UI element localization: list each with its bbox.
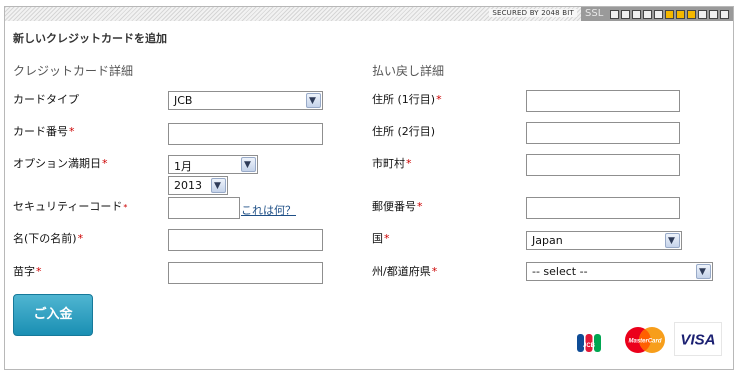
security-code-input[interactable]	[168, 197, 240, 219]
add-card-panel: SECURED BY 2048 BIT SSL 新しいクレジットカードを追加 ク…	[4, 6, 734, 370]
jcb-logo-text: JCB	[583, 343, 596, 349]
ssl-label: SSL	[585, 8, 604, 19]
card-number-input[interactable]	[168, 123, 323, 145]
mastercard-logo-text: MasterCard	[628, 339, 661, 345]
ssl-strength-segment	[621, 10, 630, 19]
refund-details-title: 払い戻し詳細	[372, 64, 445, 78]
city-input[interactable]	[526, 154, 680, 176]
address1-input[interactable]	[526, 90, 680, 112]
first-name-input[interactable]	[168, 229, 323, 251]
visa-logo-icon: VISA	[674, 322, 722, 356]
chevron-down-icon: ▼	[306, 93, 321, 108]
state-select[interactable]: -- select -- ▼	[526, 262, 713, 281]
expiry-month-select[interactable]: 1月 ▼	[168, 155, 258, 174]
address2-label: 住所 (2行目)	[372, 125, 436, 138]
ssl-strength-segment	[687, 10, 696, 19]
ssl-strength-segment	[720, 10, 729, 19]
chevron-down-icon: ▼	[696, 264, 711, 279]
country-select[interactable]: Japan ▼	[526, 231, 682, 250]
card-type-label: カードタイプ	[13, 93, 79, 106]
postal-code-input[interactable]	[526, 197, 680, 219]
last-name-label: 苗字*	[13, 265, 42, 278]
chevron-down-icon: ▼	[211, 178, 226, 193]
first-name-label: 名(下の名前)*	[13, 232, 84, 245]
expiry-month-value: 1月	[174, 160, 192, 173]
page-title: 新しいクレジットカードを追加	[13, 32, 167, 45]
postal-code-label: 郵便番号*	[372, 200, 423, 213]
ssl-strength-segment	[610, 10, 619, 19]
card-details-title: クレジットカード詳細	[13, 64, 134, 78]
mastercard-logo-icon: MasterCard	[625, 327, 665, 353]
security-code-help-link[interactable]: これは何？	[241, 202, 296, 218]
country-value: Japan	[532, 234, 563, 247]
ssl-strength-segment	[676, 10, 685, 19]
chevron-down-icon: ▼	[241, 157, 256, 172]
ssl-strength-segment	[643, 10, 652, 19]
expiry-year-select[interactable]: 2013 ▼	[168, 176, 228, 195]
expiry-year-value: 2013	[174, 179, 202, 192]
city-label: 市町村*	[372, 157, 412, 170]
state-value: -- select --	[532, 265, 588, 278]
state-label: 州/都道府県*	[372, 265, 438, 278]
chevron-down-icon: ▼	[665, 233, 680, 248]
jcb-logo-icon: JCB	[577, 334, 601, 352]
secured-text: SECURED BY 2048 BIT	[489, 9, 577, 17]
last-name-input[interactable]	[168, 262, 323, 284]
address1-label: 住所 (1行目)*	[372, 93, 442, 106]
deposit-button[interactable]: ご入金	[13, 294, 93, 336]
ssl-strength-segment	[709, 10, 718, 19]
card-number-label: カード番号*	[13, 125, 75, 138]
ssl-indicator: SSL	[581, 7, 733, 21]
visa-logo-text: VISA	[680, 332, 715, 349]
country-label: 国*	[372, 232, 390, 245]
ssl-strength-segment	[654, 10, 663, 19]
security-code-label: セキュリティーコード*	[13, 200, 128, 213]
ssl-strength-segment	[632, 10, 641, 19]
security-bar: SECURED BY 2048 BIT SSL	[5, 7, 733, 21]
expiry-label: オプション満期日*	[13, 157, 108, 170]
card-type-select[interactable]: JCB ▼	[168, 91, 323, 110]
card-type-value: JCB	[174, 94, 193, 107]
ssl-strength-segment	[665, 10, 674, 19]
address2-input[interactable]	[526, 122, 680, 144]
ssl-strength-segment	[698, 10, 707, 19]
